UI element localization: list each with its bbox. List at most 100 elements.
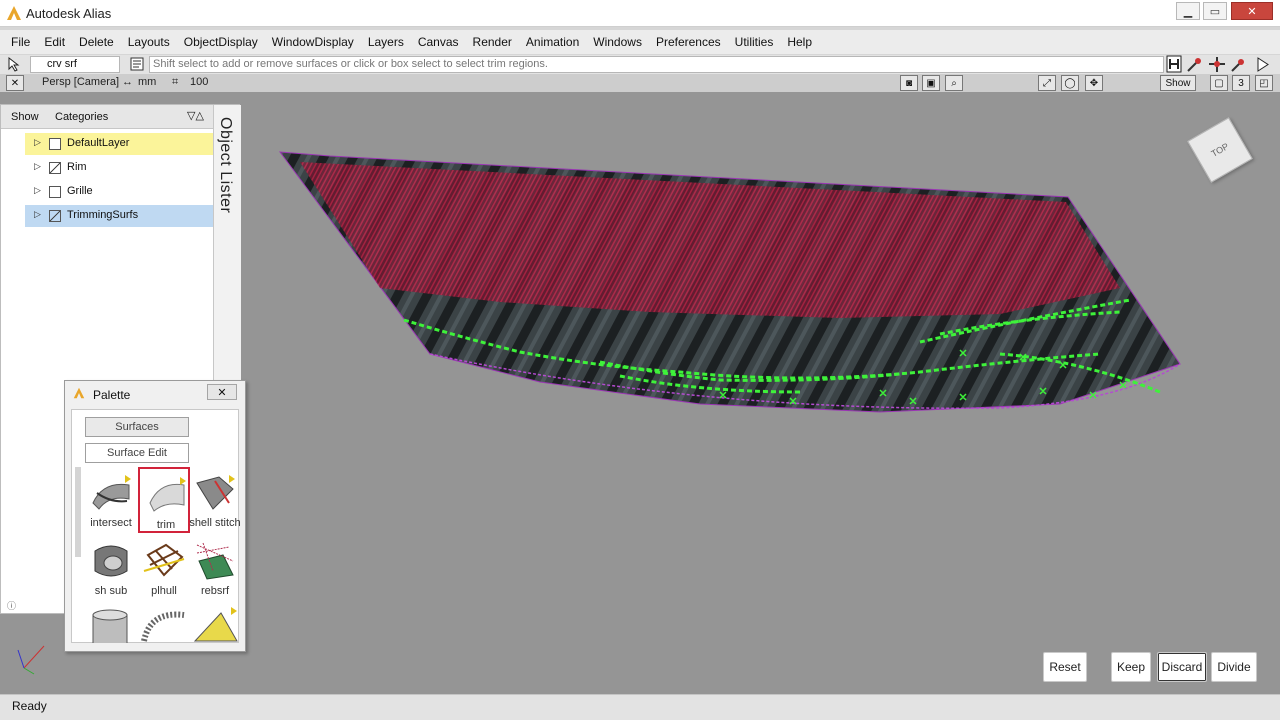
- intersect-icon: [92, 475, 131, 510]
- menu-layouts[interactable]: Layouts: [121, 35, 177, 49]
- tool-shell-stitch[interactable]: shell stitch: [189, 467, 241, 533]
- blend-surface-icon: [193, 607, 238, 642]
- tool-trim[interactable]: trim: [138, 467, 190, 533]
- pick-point-icon[interactable]: [1230, 56, 1248, 73]
- menu-layers[interactable]: Layers: [361, 35, 411, 49]
- layer-visibility-checkbox[interactable]: [49, 138, 61, 150]
- command-row: crv srf Shift select to add or remove su…: [0, 55, 1280, 74]
- grid-spacing: 100: [190, 76, 209, 88]
- alias-logo-icon: [73, 387, 85, 399]
- move-icon[interactable]: ✥: [1085, 75, 1103, 91]
- tool-rebsrf[interactable]: rebsrf: [189, 535, 241, 601]
- lister-categories-menu[interactable]: Categories: [55, 111, 108, 123]
- film-icon[interactable]: ▣: [922, 75, 940, 91]
- minimize-button[interactable]: ▁: [1176, 2, 1200, 20]
- view-name: Persp [Camera]: [42, 76, 120, 88]
- menu-windows[interactable]: Windows: [586, 35, 649, 49]
- keep-button[interactable]: Keep: [1111, 652, 1151, 682]
- shell-stitch-icon: [196, 475, 235, 510]
- pick-cursor-icon[interactable]: [7, 57, 23, 72]
- collapse-arrows-icon[interactable]: ▽△: [187, 109, 204, 122]
- menu-edit[interactable]: Edit: [37, 35, 72, 49]
- tool-partial-3[interactable]: [191, 607, 239, 643]
- tool-partial-2[interactable]: [140, 607, 188, 643]
- history-h-icon[interactable]: [1166, 55, 1182, 73]
- tool-label: shell stitch: [189, 517, 241, 529]
- expand-right-icon[interactable]: [1256, 57, 1270, 72]
- lister-show-menu[interactable]: Show: [11, 111, 39, 123]
- status-bar: Ready: [0, 694, 1280, 720]
- tool-label: intersect: [90, 517, 132, 529]
- tool-plhull[interactable]: plhull: [138, 535, 190, 601]
- expand-triangle-icon[interactable]: ▷: [34, 161, 41, 172]
- layer-name: TrimmingSurfs: [67, 209, 139, 221]
- layer-visibility-checkbox[interactable]: [49, 162, 61, 174]
- expand-triangle-icon[interactable]: ▷: [34, 185, 41, 196]
- tool-intersect[interactable]: intersect: [85, 467, 137, 533]
- fillet-icon: [141, 611, 185, 642]
- menu-windowdisplay[interactable]: WindowDisplay: [265, 35, 361, 49]
- transform-grid-icon[interactable]: [1208, 56, 1226, 73]
- layout-single-icon[interactable]: ▢: [1210, 75, 1228, 91]
- layer-row-defaultlayer[interactable]: ▷ DefaultLayer: [25, 133, 213, 155]
- tool-label: rebsrf: [200, 585, 230, 597]
- layer-row-rim[interactable]: ▷ Rim: [25, 157, 213, 179]
- tab-surfaces[interactable]: Surfaces: [85, 417, 189, 437]
- shell-subtract-icon: [94, 545, 128, 577]
- prompt-history-icon[interactable]: [130, 57, 144, 71]
- layer-row-trimmingsurfs[interactable]: ▷ TrimmingSurfs: [25, 205, 213, 227]
- expand-triangle-icon[interactable]: ▷: [34, 209, 41, 220]
- fit-view-icon[interactable]: ⤢: [1038, 75, 1056, 91]
- menu-animation[interactable]: Animation: [519, 35, 586, 49]
- tool-label: trim: [156, 519, 176, 531]
- view-cube-label: TOP: [1209, 141, 1231, 159]
- lister-header: Show Categories ▽△: [1, 105, 213, 129]
- view-info-bar: ✕ Persp [Camera] ↔ mm ⌗ 100 ◙ ▣ ⌕ ⤢ ◯ ✥ …: [0, 74, 1280, 92]
- expand-triangle-icon[interactable]: ▷: [34, 137, 41, 148]
- reset-button[interactable]: Reset: [1043, 652, 1087, 682]
- axis-gizmo-icon: [17, 645, 45, 675]
- maximize-button[interactable]: ▭: [1203, 2, 1227, 20]
- menu-delete[interactable]: Delete: [72, 35, 121, 49]
- grid-icon: ⌗: [172, 76, 179, 88]
- menu-canvas[interactable]: Canvas: [411, 35, 466, 49]
- layer-visibility-checkbox[interactable]: [49, 186, 61, 198]
- palette-window: Palette ✕ Surfaces Surface Edit intersec…: [64, 380, 246, 652]
- palette-scrollbar[interactable]: [75, 467, 81, 557]
- tool-label: sh sub: [94, 585, 128, 597]
- title-bar: Autodesk Alias ▁ ▭ ✕: [0, 0, 1280, 27]
- layer-visibility-checkbox[interactable]: [49, 210, 61, 222]
- plhull-icon: [143, 543, 185, 577]
- tab-surface-edit[interactable]: Surface Edit: [85, 443, 189, 463]
- tool-label: plhull: [151, 585, 177, 597]
- layout-number[interactable]: 3: [1232, 75, 1250, 91]
- menu-bar: File Edit Delete Layouts ObjectDisplay W…: [0, 30, 1280, 54]
- tool-partial-1[interactable]: [87, 607, 135, 643]
- divide-button[interactable]: Divide: [1211, 652, 1257, 682]
- tool-sh-sub[interactable]: sh sub: [85, 535, 137, 601]
- discard-button[interactable]: Discard: [1157, 652, 1207, 682]
- alias-logo-icon: [7, 6, 21, 20]
- camera-icon[interactable]: ◙: [900, 75, 918, 91]
- menu-help[interactable]: Help: [780, 35, 819, 49]
- close-window-icon[interactable]: ✕: [6, 75, 24, 91]
- layout-corner-icon[interactable]: ◰: [1255, 75, 1273, 91]
- show-button[interactable]: Show: [1160, 75, 1196, 91]
- menu-objectdisplay[interactable]: ObjectDisplay: [177, 35, 265, 49]
- zoom-icon[interactable]: ⌕: [945, 75, 963, 91]
- current-tool-field: crv srf: [30, 56, 120, 73]
- menu-render[interactable]: Render: [466, 35, 519, 49]
- shade-icon[interactable]: ◯: [1061, 75, 1079, 91]
- menu-preferences[interactable]: Preferences: [649, 35, 728, 49]
- prompt-line[interactable]: Shift select to add or remove surfaces o…: [149, 56, 1164, 73]
- pick-object-icon[interactable]: [1186, 56, 1204, 73]
- window-title: Autodesk Alias: [26, 6, 112, 21]
- menu-utilities[interactable]: Utilities: [728, 35, 781, 49]
- layer-name: Rim: [67, 161, 87, 173]
- info-icon[interactable]: ⓘ: [7, 599, 16, 612]
- palette-close-button[interactable]: ✕: [207, 384, 237, 400]
- palette-header: Palette ✕: [65, 381, 245, 407]
- menu-file[interactable]: File: [4, 35, 37, 49]
- close-button[interactable]: ✕: [1231, 2, 1273, 20]
- layer-row-grille[interactable]: ▷ Grille: [25, 181, 213, 203]
